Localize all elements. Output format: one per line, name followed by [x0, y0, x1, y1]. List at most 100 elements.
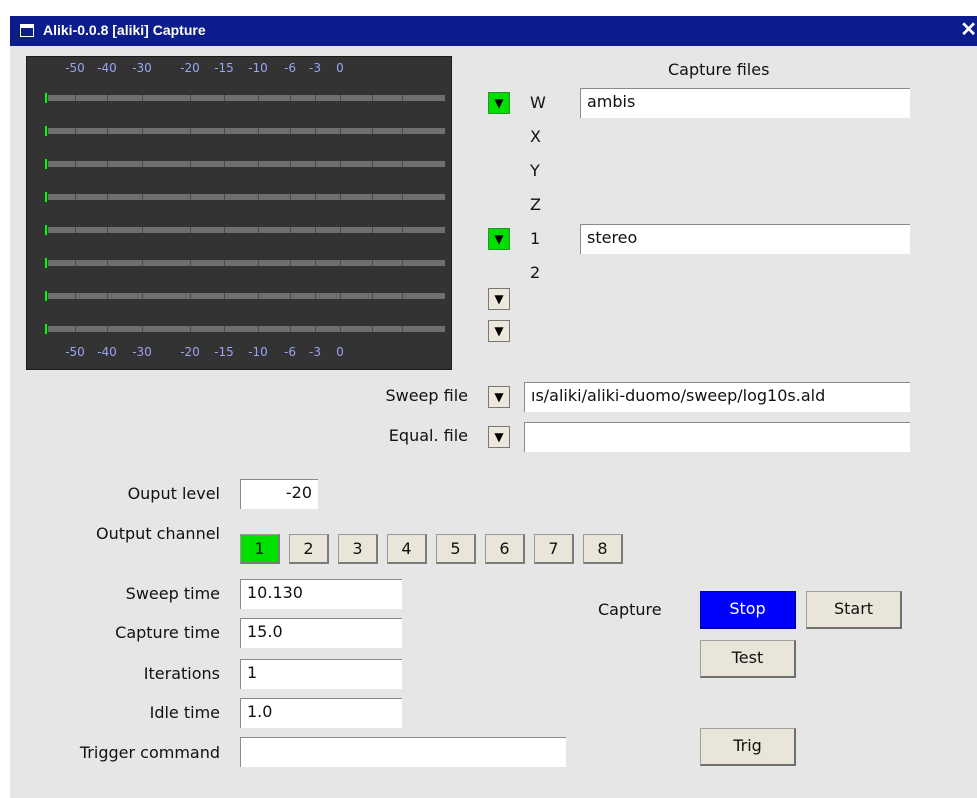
meter-scale-bottom: -50 -40 -30 -20 -15 -10 -6 -3 0: [27, 345, 451, 365]
meter-tick: [107, 128, 108, 134]
meter-tick: [142, 194, 143, 200]
meter-tick: [402, 293, 403, 299]
meter-tick: [315, 326, 316, 332]
start-button[interactable]: Start: [806, 591, 902, 629]
meter-tick: [107, 95, 108, 101]
output-channel-button-6[interactable]: 6: [485, 534, 525, 564]
meter-tick: [224, 161, 225, 167]
triangle-down-icon: ▼: [494, 390, 504, 404]
meter-tick: [402, 326, 403, 332]
meter-tick: [290, 293, 291, 299]
meter-scale-top: -50 -40 -30 -20 -15 -10 -6 -3 0: [27, 61, 451, 81]
capture-channel-label: X: [530, 127, 541, 146]
meter-scale-label: -40: [97, 345, 117, 359]
output-channel-button-2[interactable]: 2: [289, 534, 329, 564]
capture-file-field[interactable]: ambis: [580, 88, 910, 118]
output-channel-button-1[interactable]: 1: [240, 534, 280, 564]
meter-scale-label: -30: [132, 345, 152, 359]
meter-tick: [75, 161, 76, 167]
meter-tick: [258, 227, 259, 233]
meter-peak-marker: [45, 291, 47, 301]
meter-scale-label: -6: [284, 61, 296, 75]
meter-scale-label: 0: [336, 61, 344, 75]
output-channel-button-5[interactable]: 5: [436, 534, 476, 564]
meter-tick: [142, 128, 143, 134]
capture-extra-dropdown[interactable]: ▼: [488, 320, 510, 342]
meter-tick: [75, 194, 76, 200]
meter-tick: [75, 326, 76, 332]
capture-extra-dropdown[interactable]: ▼: [488, 288, 510, 310]
output-channel-button-3[interactable]: 3: [338, 534, 378, 564]
trigger-command-field[interactable]: [240, 737, 566, 767]
output-channel-button-7[interactable]: 7: [534, 534, 574, 564]
sweep-time-label: Sweep time: [125, 584, 220, 603]
equal-file-dropdown[interactable]: ▼: [488, 426, 510, 448]
meter-tick: [142, 95, 143, 101]
close-icon[interactable]: ✕: [960, 20, 977, 40]
output-channel-button-4[interactable]: 4: [387, 534, 427, 564]
meter-peak-marker: [45, 324, 47, 334]
meter-tick: [340, 260, 341, 266]
meter-tick: [372, 128, 373, 134]
meter-tick: [258, 293, 259, 299]
test-button[interactable]: Test: [700, 640, 796, 678]
capture-time-label: Capture time: [115, 623, 220, 642]
equal-file-field[interactable]: [524, 422, 910, 452]
meter-tick: [75, 293, 76, 299]
window-menu-icon[interactable]: [20, 24, 34, 37]
meter-scale-label: -40: [97, 61, 117, 75]
meter-tick: [290, 161, 291, 167]
meter-scale-label: -30: [132, 61, 152, 75]
meter-scale-label: -15: [214, 345, 234, 359]
triangle-down-icon: ▼: [494, 96, 504, 110]
meter-tick: [372, 194, 373, 200]
meter-scale-label: -50: [65, 345, 85, 359]
meter-channel-bar: [45, 291, 445, 301]
meter-tick: [224, 227, 225, 233]
meter-tick: [372, 293, 373, 299]
capture-file-field[interactable]: stereo: [580, 224, 910, 254]
meter-tick: [224, 326, 225, 332]
capture-channel-dropdown[interactable]: ▼: [488, 92, 510, 114]
meter-tick: [372, 260, 373, 266]
meter-tick: [224, 260, 225, 266]
meter-peak-marker: [45, 159, 47, 169]
sweep-file-field[interactable]: ıs/aliki/aliki-duomo/sweep/log10s.ald: [524, 382, 910, 412]
meter-channel-bar: [45, 159, 445, 169]
meter-tick: [224, 293, 225, 299]
output-channel-button-8[interactable]: 8: [583, 534, 623, 564]
idle-time-label: Idle time: [149, 703, 220, 722]
meter-tick: [190, 260, 191, 266]
output-level-field[interactable]: -20: [240, 479, 318, 509]
meter-peak-marker: [45, 225, 47, 235]
triangle-down-icon: ▼: [494, 292, 504, 306]
meter-tick: [107, 326, 108, 332]
title-bar[interactable]: Aliki-0.0.8 [aliki] Capture ✕: [10, 16, 977, 46]
meter-tick: [224, 128, 225, 134]
capture-channel-dropdown[interactable]: ▼: [488, 228, 510, 250]
capture-time-field[interactable]: 15.0: [240, 618, 402, 648]
meter-tick: [372, 227, 373, 233]
meter-tick: [290, 227, 291, 233]
meter-tick: [290, 326, 291, 332]
meter-tick: [224, 95, 225, 101]
capture-channel-label: W: [530, 93, 546, 112]
capture-files-heading: Capture files: [668, 60, 770, 79]
stop-button[interactable]: Stop: [700, 591, 796, 629]
idle-time-field[interactable]: 1.0: [240, 698, 402, 728]
meter-tick: [142, 260, 143, 266]
meter-tick: [75, 227, 76, 233]
meter-tick: [402, 161, 403, 167]
meter-tick: [315, 227, 316, 233]
sweep-time-field[interactable]: 10.130: [240, 579, 402, 609]
sweep-file-dropdown[interactable]: ▼: [488, 386, 510, 408]
meter-tick: [107, 161, 108, 167]
meter-scale-label: -10: [248, 61, 268, 75]
trig-button[interactable]: Trig: [700, 728, 796, 766]
meter-scale-label: -3: [309, 345, 321, 359]
meter-scale-label: -15: [214, 61, 234, 75]
iterations-field[interactable]: 1: [240, 659, 402, 689]
meter-scale-label: -6: [284, 345, 296, 359]
output-level-label: Ouput level: [127, 484, 220, 503]
meter-peak-marker: [45, 258, 47, 268]
